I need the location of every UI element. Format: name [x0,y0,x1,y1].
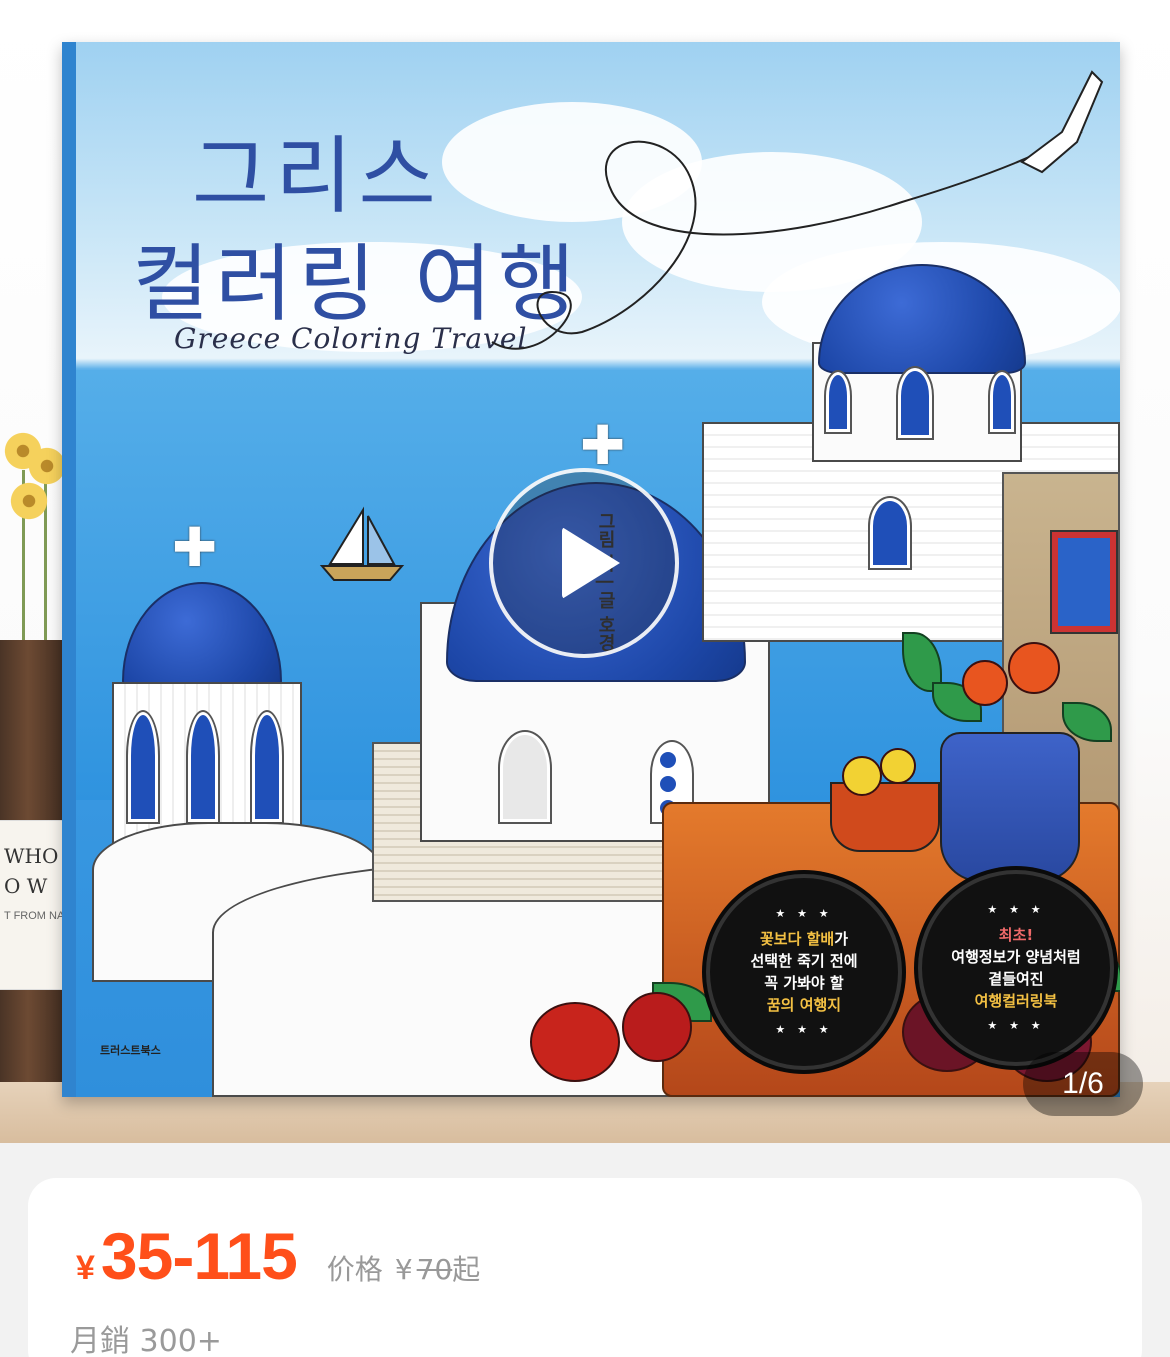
tower-arch [126,710,160,824]
badge-line: 곁들여진 [988,970,1044,988]
round-window [660,752,676,768]
badge-highlight: 여행컬러링북 [974,992,1058,1010]
red-flower [622,992,692,1062]
flower-pot [830,782,940,852]
blue-framed-window [1050,530,1118,634]
yellow-flower [880,748,916,784]
original-price-suffix: 起 [452,1253,481,1286]
promo-badge-right: ★ ★ ★ 최초! 여행정보가 양념처럼 곁들여진 여행컬러링북 ★ ★ ★ [918,870,1114,1066]
monthly-sales: 月銷 300+ [70,1324,222,1357]
image-page-indicator: 1/6 [1023,1052,1143,1116]
badge-highlight: 최초! [998,926,1034,944]
sailboat-illustration [319,506,405,581]
badge-stars: ★ ★ ★ [775,907,833,920]
original-price-label: 价格 [326,1253,383,1286]
badge-line: 여행정보가 양념처럼 [951,948,1081,966]
yellow-flower [842,756,882,796]
badge-highlight: 꿈의 여행지 [766,996,842,1014]
pen-line-drawing [491,70,1104,350]
badge-stars: ★ ★ ★ [987,1019,1045,1032]
badge-stars: ★ ★ ★ [775,1023,833,1036]
orange-flower [1008,642,1060,694]
bottle-label: WHO O W T FROM NA [0,820,70,990]
red-flower [530,1002,620,1082]
book-publisher: 트러스트북스 [100,1044,161,1057]
badge-highlight: 꽃보다 할배 [759,930,835,948]
flower-decoration [8,480,50,522]
right-church-window [988,370,1016,434]
bottle-label-line: WHO [4,844,59,868]
right-church-window [824,370,852,434]
badge-line: 꼭 가봐야 할 [764,974,844,992]
round-window [660,776,676,792]
price-row: ¥ 35-115 价格 ¥ 70 起 [76,1218,480,1294]
price-currency: ¥ [76,1249,95,1287]
cross-icon: ✚ [172,516,218,579]
product-image-carousel[interactable]: WHO O W T FROM NA 그리스 컬러링 여행 Greece Colo… [0,0,1170,1143]
orange-flower [962,660,1008,706]
promo-badge-left: ★ ★ ★ 꽃보다 할배가 선택한 죽기 전에 꼭 가봐야 할 꿈의 여행지 ★… [706,874,902,1070]
badge-line: 꽃보다 할배가 [760,928,848,950]
original-price: 70 [416,1253,453,1286]
right-church-window [896,366,934,440]
badge-stars: ★ ★ ★ [987,903,1045,916]
price-card: ¥ 35-115 价格 ¥ 70 起 月銷 300+ [28,1178,1142,1357]
price-range: 35-115 [100,1219,298,1293]
original-price-currency: ¥ [394,1253,413,1286]
tower-arch [250,710,284,824]
badge-line: 선택한 죽기 전에 [750,952,858,970]
play-icon [562,527,620,599]
video-play-button[interactable] [489,468,679,658]
bottle-label-small: T FROM NA [4,910,65,922]
book-title-english: Greece Coloring Travel [174,322,528,355]
bottle-label-line: O W [4,874,48,898]
book-spine [62,42,76,1097]
church-window [498,730,552,824]
right-church-window [868,496,912,570]
blue-flower-pot [940,732,1080,882]
badge-text: 가 [834,930,849,948]
tower-arch [186,710,220,824]
